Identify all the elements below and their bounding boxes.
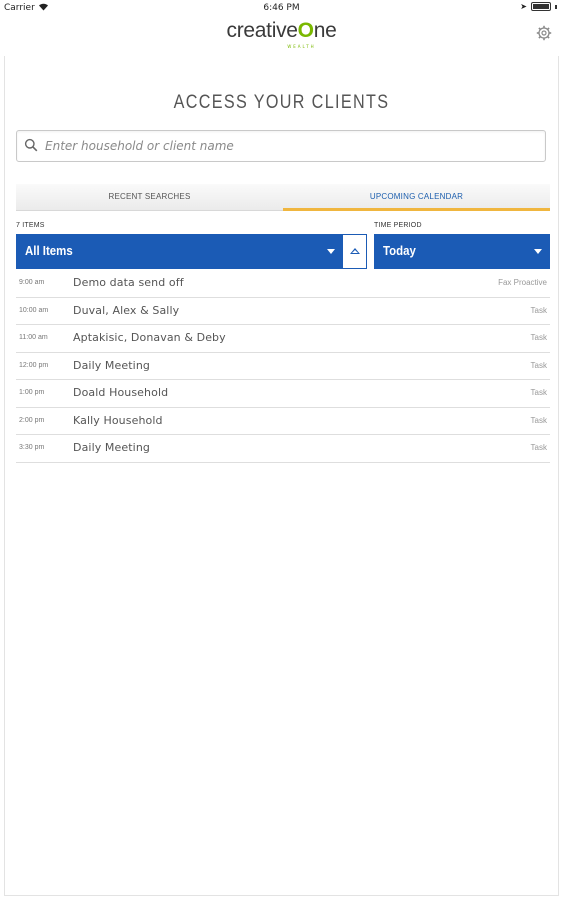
chevron-down-icon [534, 249, 542, 254]
item-time: 9:00 am [19, 279, 45, 286]
sort-toggle-button[interactable] [342, 234, 367, 269]
creativeone-logo: creativeOne [226, 19, 337, 42]
list-item[interactable]: 10:00 am Duval, Alex & Sally Task [16, 298, 550, 325]
item-time: 11:00 am [19, 334, 48, 341]
tab-upcoming-calendar[interactable]: UPCOMING CALENDAR [283, 184, 550, 211]
item-name: Aptakisic, Donavan & Deby [73, 331, 226, 344]
location-icon: ➤ [520, 2, 527, 11]
item-time: 10:00 am [19, 306, 49, 314]
time-period-value: Today [383, 243, 416, 258]
item-type: Task [530, 388, 547, 397]
list-item[interactable]: 9:00 am Demo data send off Fax Proactive [16, 270, 550, 298]
item-type: Task [530, 333, 547, 342]
item-type: Fax Proactive [498, 278, 547, 287]
item-type: Task [530, 305, 547, 315]
logo-subtitle: WEALTH [287, 44, 316, 49]
status-bar: Carrier 6:46 PM ➤ [0, 0, 563, 16]
battery-icon [531, 2, 551, 11]
list-item[interactable]: 3:30 pm Daily Meeting Task [16, 435, 550, 463]
chevron-down-icon [327, 249, 335, 254]
search-icon [24, 137, 38, 152]
main-panel: ACCESS YOUR CLIENTS RECENT SEARCHES UPCO… [4, 56, 559, 896]
time-period-dropdown[interactable]: Today [374, 234, 550, 269]
search-input[interactable] [45, 135, 535, 157]
item-type: Task [530, 360, 547, 370]
item-type: Task [530, 443, 547, 452]
search-box[interactable] [16, 130, 546, 162]
item-name: Doald Household [73, 386, 169, 399]
items-filter-dropdown[interactable]: All Items [16, 234, 343, 269]
item-name: Daily Meeting [73, 441, 150, 454]
status-right: ➤ [520, 2, 557, 11]
item-time: 1:00 pm [19, 389, 45, 396]
item-time: 3:30 pm [19, 444, 45, 451]
item-name: Duval, Alex & Sally [73, 303, 180, 317]
status-time: 6:46 PM [263, 3, 300, 13]
list-item[interactable]: 1:00 pm Doald Household Task [16, 380, 550, 408]
gear-icon[interactable] [535, 25, 553, 43]
items-filter-value: All Items [25, 243, 73, 258]
tab-recent-searches[interactable]: RECENT SEARCHES [16, 184, 283, 210]
items-count-label: 7 ITEMS [16, 222, 45, 229]
list-item[interactable]: 12:00 pm Daily Meeting Task [16, 353, 550, 380]
item-name: Demo data send off [73, 276, 184, 289]
nav-bar: creativeOne WEALTH [0, 16, 563, 56]
item-name: Daily Meeting [73, 358, 150, 372]
item-time: 2:00 pm [19, 416, 45, 424]
item-name: Kally Household [73, 413, 163, 427]
list-item[interactable]: 2:00 pm Kally Household Task [16, 408, 550, 435]
item-time: 12:00 pm [19, 361, 49, 369]
tab-bar: RECENT SEARCHES UPCOMING CALENDAR [16, 184, 550, 211]
time-period-label: TIME PERIOD [374, 222, 422, 229]
list-item[interactable]: 11:00 am Aptakisic, Donavan & Deby Task [16, 325, 550, 353]
page-title: ACCESS YOUR CLIENTS [173, 92, 390, 113]
calendar-list: 9:00 am Demo data send off Fax Proactive… [16, 270, 550, 463]
item-type: Task [530, 415, 547, 425]
